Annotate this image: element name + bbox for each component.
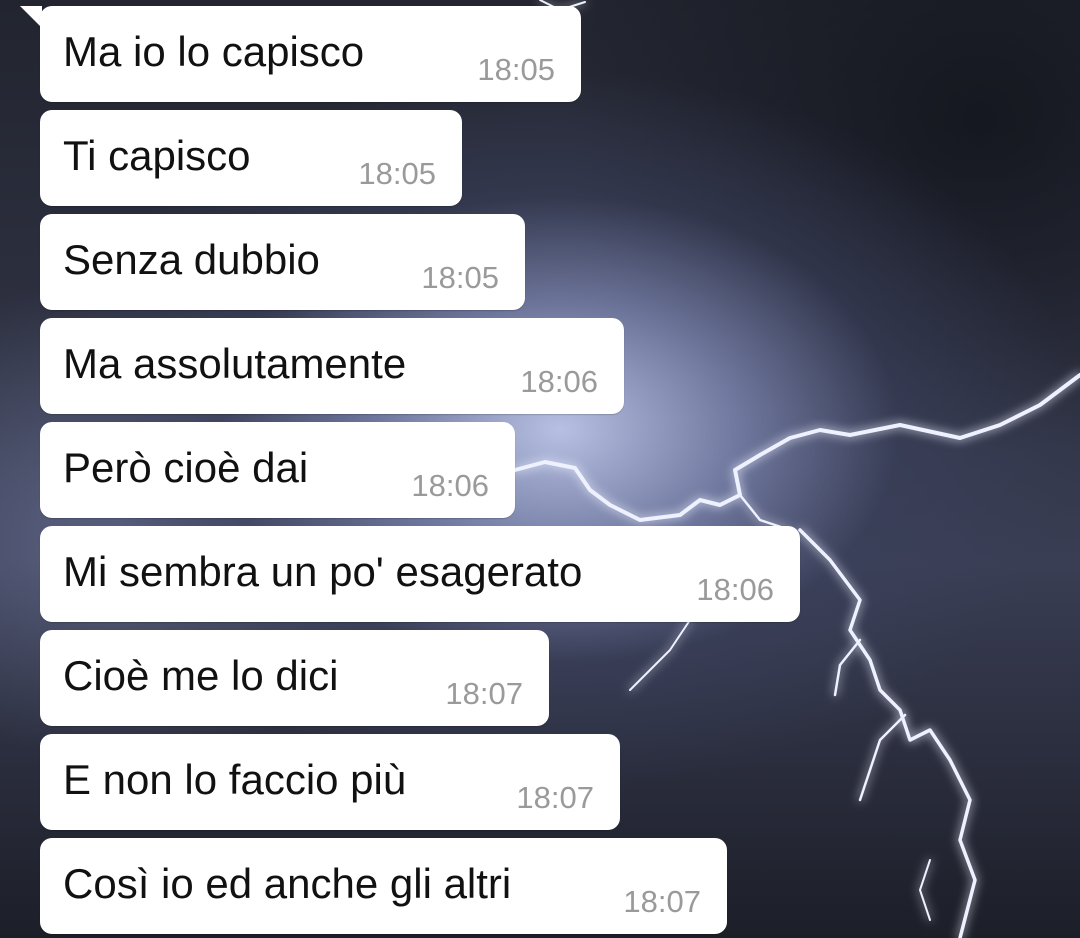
message-bubble[interactable]: Ma io lo capisco 18:05 xyxy=(40,6,581,102)
message-bubble[interactable]: Senza dubbio 18:05 xyxy=(40,214,525,310)
message-text: Però cioè dai xyxy=(63,444,309,491)
message-timestamp: 18:06 xyxy=(696,572,774,607)
message-text: Ti capisco xyxy=(63,132,251,179)
message-text: E non lo faccio più xyxy=(63,756,407,803)
message-bubble[interactable]: Così io ed anche gli altri 18:07 xyxy=(40,838,727,934)
message-timestamp: 18:07 xyxy=(445,676,523,711)
message-bubble[interactable]: Mi sembra un po' esagerato 18:06 xyxy=(40,526,800,622)
message-text: Cioè me lo dici xyxy=(63,652,339,699)
message-timestamp: 18:05 xyxy=(477,52,555,87)
message-bubble[interactable]: Ma assolutamente 18:06 xyxy=(40,318,624,414)
message-bubble[interactable]: E non lo faccio più 18:07 xyxy=(40,734,620,830)
message-timestamp: 18:05 xyxy=(421,260,499,295)
message-timestamp: 18:06 xyxy=(520,364,598,399)
message-text: Ma io lo capisco xyxy=(63,28,365,75)
message-text: Mi sembra un po' esagerato xyxy=(63,548,583,595)
message-timestamp: 18:06 xyxy=(411,468,489,503)
bubble-tail xyxy=(20,6,42,28)
message-text: Ma assolutamente xyxy=(63,340,407,387)
message-timestamp: 18:07 xyxy=(623,884,701,919)
message-timestamp: 18:05 xyxy=(358,156,436,191)
message-bubble[interactable]: Però cioè dai 18:06 xyxy=(40,422,515,518)
message-text: Così io ed anche gli altri xyxy=(63,860,512,907)
message-text: Senza dubbio xyxy=(63,236,320,283)
message-bubble[interactable]: Ti capisco 18:05 xyxy=(40,110,462,206)
message-bubble[interactable]: Cioè me lo dici 18:07 xyxy=(40,630,549,726)
message-timestamp: 18:07 xyxy=(516,780,594,815)
